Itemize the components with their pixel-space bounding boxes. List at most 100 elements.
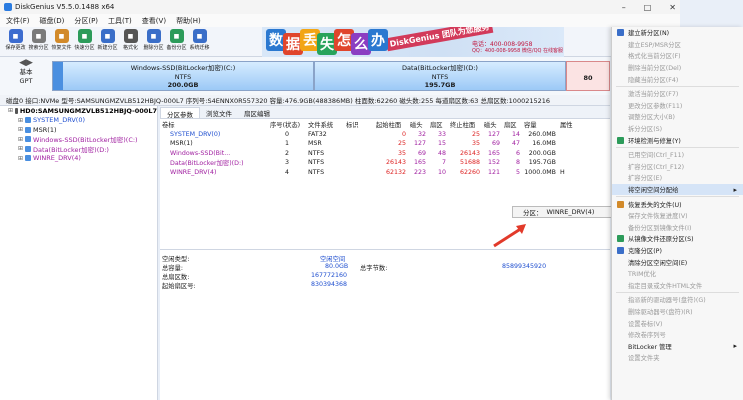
context-menu-item: 设置卷标(V)	[612, 317, 743, 329]
table-row[interactable]: WINRE_DRV(4) 4 NTFS 62132 223 10 62260 121 5 1000…	[160, 168, 578, 178]
app-logo-icon	[4, 3, 12, 11]
menu-item-icon	[617, 246, 624, 254]
menu-item-label: 环境检测与修复(Y)	[628, 137, 681, 145]
context-menu-item: 指定目录或文件HTML文件	[612, 279, 743, 291]
nav-arrows-icon[interactable]: ◀▶	[4, 59, 48, 68]
table-cell: 47	[511, 140, 520, 148]
submenu-partition-item[interactable]: 分区： WINRE_DRV(4)	[512, 206, 612, 218]
table-cell: 152	[487, 159, 500, 167]
context-menu-item[interactable]: 恢复丢失的文件(U)	[612, 198, 743, 210]
tree-item-label: Data(BitLocker加密)(D:)	[33, 145, 109, 154]
table-row[interactable]: Windows-SSD(Bit... 2 NTFS 35 69 48 26143 165 6 20…	[160, 149, 578, 159]
context-menu-item[interactable]: 环境检测与修复(Y)	[612, 134, 743, 146]
context-menu-item[interactable]: 克隆分区(P)	[612, 245, 743, 257]
column-header[interactable]: 属性	[558, 120, 578, 130]
expand-icon[interactable]: ⊞	[18, 117, 23, 124]
context-menu: 建立新分区(N) 建立ESP/MSR分区 格式化当前分区(F) 删除当前分区(Del)…	[611, 27, 743, 400]
toolbar-button[interactable]: ■ 新建分区	[96, 27, 119, 57]
menu-item[interactable]: 帮助(H)	[176, 16, 201, 26]
table-row[interactable]: MSR(1) 1 MSR 25 127 15 35 69 47 16.0MB	[160, 139, 578, 149]
table-cell	[344, 149, 374, 159]
column-header[interactable]: 磁头	[482, 120, 502, 130]
toolbar-button[interactable]: ■ 搜索分区	[27, 27, 50, 57]
maximize-icon[interactable]: □	[644, 3, 652, 12]
tree-item[interactable]: ⊞ WINRE_DRV(4)	[0, 154, 157, 164]
menu-item-label: 已用空间(Ctrl_F11)	[628, 152, 685, 160]
menu-item-icon	[617, 270, 624, 277]
tree-item[interactable]: ⊞ MSR(1)	[0, 125, 157, 135]
menu-item-icon	[617, 64, 624, 71]
column-header[interactable]: 起始柱面	[374, 120, 408, 130]
menu-item-label: 扩容分区(Ctrl_F12)	[628, 163, 685, 171]
menu-item[interactable]: 磁盘(D)	[40, 16, 65, 26]
disk-icon	[15, 107, 18, 114]
tree-item-label: MSR(1)	[33, 125, 57, 134]
column-header[interactable]: 序号(状态)	[268, 120, 306, 130]
toolbar-button[interactable]: ■ 快速分区	[73, 27, 96, 57]
context-menu-item: 扩容分区(Ctrl_F12)	[612, 161, 743, 173]
context-menu-item[interactable]: 清除分区空闲空间(E)	[612, 256, 743, 268]
disk-type: 基本	[19, 68, 33, 76]
column-header[interactable]: 标识	[344, 120, 374, 130]
table-row[interactable]: SYSTEM_DRV(0) 0 FAT32 0 32 33 25 127 14 260.0MB	[160, 130, 578, 140]
tab-1[interactable]: 分区参数	[160, 107, 200, 119]
tree-item[interactable]: ⊞ Windows-SSD(BitLocker加密)(C:)	[0, 135, 157, 145]
tree-item[interactable]: ⊞ SYSTEM_DRV(0)	[0, 116, 157, 126]
menu-item-label: 从镜像文件还原分区(S)	[628, 236, 694, 244]
menu-item[interactable]: 查看(V)	[142, 16, 166, 26]
table-cell	[558, 130, 578, 140]
table-cell: 35	[397, 149, 406, 157]
toolbar-button[interactable]: ■ 保存更改	[4, 27, 27, 57]
toolbar-button[interactable]: ■ 备份分区	[165, 27, 188, 57]
tab-3[interactable]: 扇区编辑	[238, 107, 276, 118]
menu-item-label: 指派新的驱动器号(盘符)(G)	[628, 297, 706, 305]
expand-icon[interactable]: ⊞	[18, 145, 23, 152]
toolbar-button[interactable]: ■ 格式化	[119, 27, 142, 57]
toolbar-button[interactable]: ■ 删除分区	[142, 27, 165, 57]
free-bytes-label: 总字节数:	[360, 265, 388, 272]
column-header[interactable]: 终止柱面	[448, 120, 482, 130]
tree-item[interactable]: ⊞ Data(BitLocker加密)(D:)	[0, 144, 157, 154]
column-header[interactable]: 容量	[522, 120, 558, 130]
table-cell: 1000.0MB	[524, 168, 556, 176]
column-header[interactable]: 卷标	[160, 120, 268, 130]
title-bar: DiskGenius V5.5.0.1488 x64 – □ ✕	[0, 0, 680, 14]
partition-c-size: 200.0GB	[167, 81, 199, 89]
context-menu-item[interactable]: 将空闲空间分配给 ▸	[612, 183, 743, 196]
context-menu-item[interactable]: 从镜像文件还原分区(S)	[612, 233, 743, 245]
menu-item[interactable]: 分区(P)	[74, 16, 98, 26]
expand-icon[interactable]: ⊞	[18, 136, 23, 143]
menu-bar: 文件(F) 磁盘(D) 分区(P) 工具(T) 查看(V) 帮助(H)	[0, 14, 680, 27]
menu-item[interactable]: 文件(F)	[6, 16, 30, 26]
column-header[interactable]: 扇区	[428, 120, 448, 130]
context-menu-item: 备份分区到镜像文件(I)	[612, 222, 743, 234]
column-header[interactable]: 文件系统	[306, 120, 344, 130]
table-cell: 62260	[459, 168, 480, 176]
context-menu-item: 已用空间(Ctrl_F11)	[612, 149, 743, 161]
ad-banner[interactable]: DiskGenius 团队为您服务 电话：400-008-9958 QQ：400…	[262, 27, 564, 57]
column-header[interactable]: 扇区	[502, 120, 522, 130]
free-total-value: 80.0GB	[325, 263, 349, 270]
tab-2[interactable]: 浏览文件	[200, 107, 238, 118]
close-icon[interactable]: ✕	[669, 3, 676, 12]
partition-block-d[interactable]: Data(BitLocker加密)(D:) NTFS 195.7GB	[314, 61, 566, 91]
expand-icon[interactable]: ⊞	[18, 126, 23, 133]
tree-item[interactable]: ⊞ HD0:SAMSUNGMZVLB512HBJQ-000L7	[0, 106, 157, 116]
table-row[interactable]: Data(BitLocker加密)(D:) 3 NTFS 26143 165 7 51688…	[160, 158, 578, 168]
toolbar-button[interactable]: ■ 系统迁移	[188, 27, 211, 57]
menu-item-icon	[617, 331, 624, 338]
expand-icon[interactable]: ⊞	[8, 107, 13, 114]
context-menu-item[interactable]: 建立新分区(N)	[612, 27, 743, 39]
menu-item-label: 克隆分区(P)	[628, 247, 662, 255]
toolbar-button[interactable]: ■ 恢复文件	[50, 27, 73, 57]
partition-block-c[interactable]: Windows-SSD(BitLocker加密)(C:) NTFS 200.0G…	[52, 61, 314, 91]
context-menu-item: 保存文件恢复进度(V)	[612, 210, 743, 222]
column-header[interactable]: 磁头	[408, 120, 428, 130]
menu-item-icon	[617, 125, 624, 132]
expand-icon[interactable]: ⊞	[18, 155, 23, 162]
free-space-block[interactable]: 80	[566, 61, 610, 91]
context-menu-item[interactable]: BitLocker 管理 ▸	[612, 340, 743, 352]
menu-item[interactable]: 工具(T)	[108, 16, 132, 26]
free-sectors-value: 167772160	[311, 272, 348, 279]
minimize-icon[interactable]: –	[622, 3, 626, 12]
